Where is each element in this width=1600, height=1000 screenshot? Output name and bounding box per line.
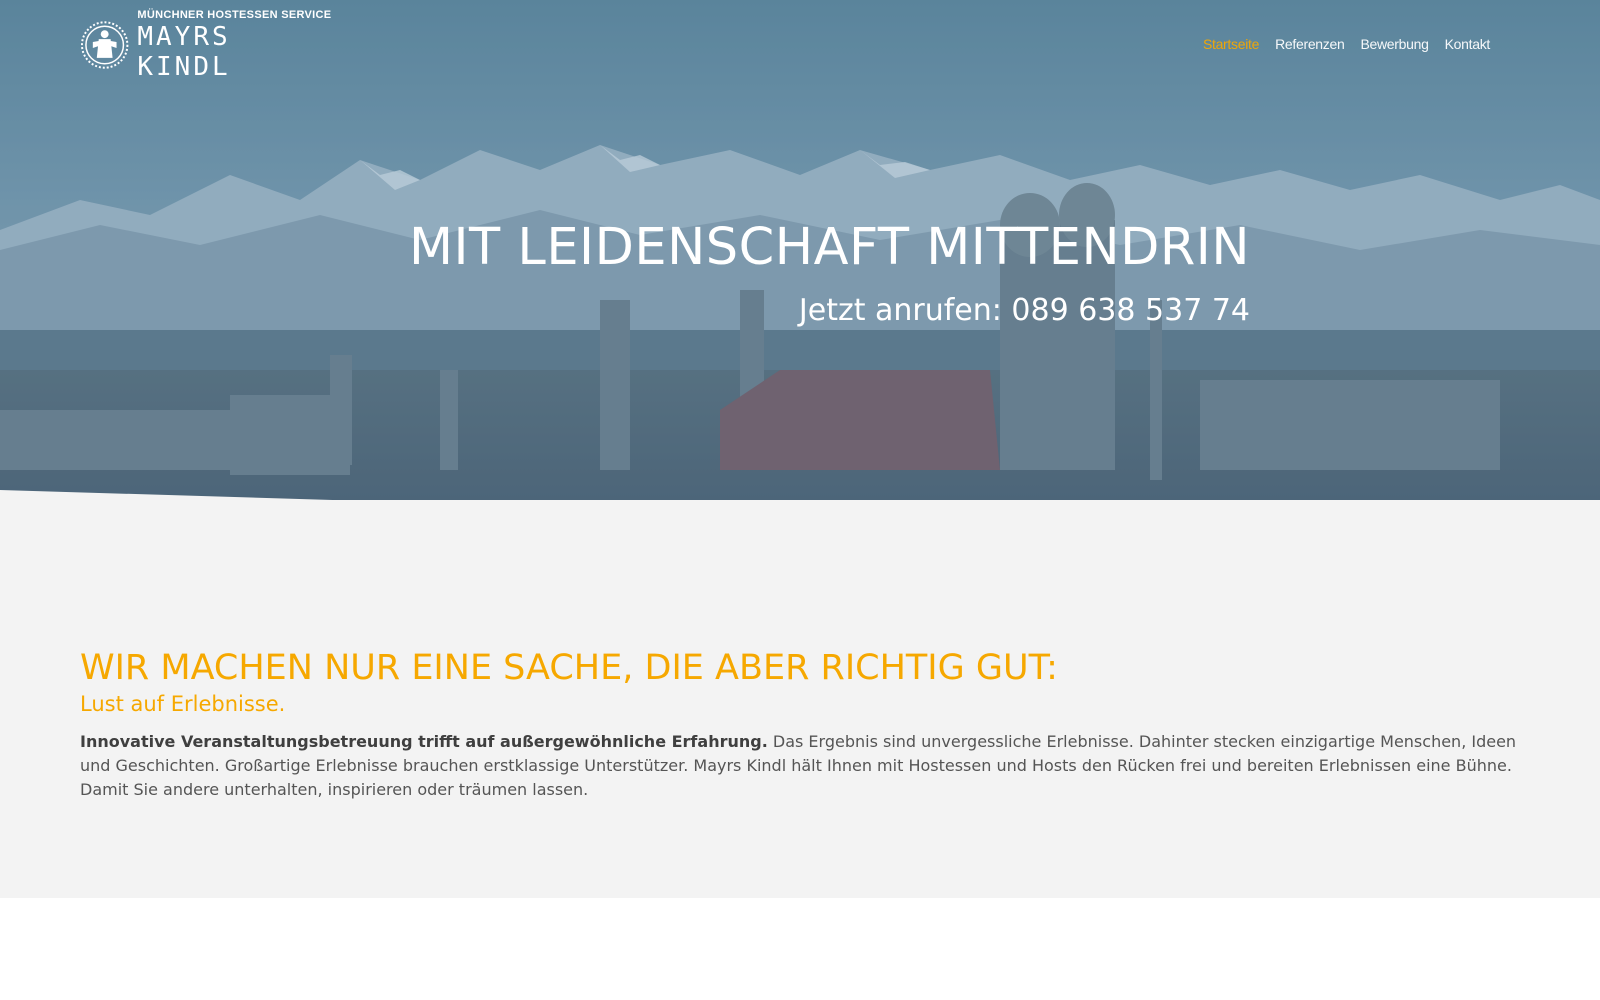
hero-background-image [0,0,1600,560]
hero-title: MIT LEIDENSCHAFT MITTENDRIN [409,218,1250,277]
munich-child-emblem-icon [80,21,129,69]
brand-logo[interactable]: MÜNCHNER HOSTESSEN SERVICE MAYRS KINDL [80,9,340,82]
nav-item-kontakt[interactable]: Kontakt [1445,36,1491,52]
intro-section: WIR MACHEN NUR EINE SACHE, DIE ABER RICH… [0,500,1600,898]
intro-subheading: Lust auf Erlebnisse. [80,692,286,716]
nav-item-startseite[interactable]: Startseite [1203,36,1259,52]
nav-item-bewerbung[interactable]: Bewerbung [1360,36,1428,52]
hero-section: MÜNCHNER HOSTESSEN SERVICE MAYRS KINDL S… [0,0,1600,560]
hero-phone[interactable]: Jetzt anrufen: 089 638 537 74 [799,293,1250,328]
nav-item-referenzen[interactable]: Referenzen [1275,36,1345,52]
brand-name: MAYRS KINDL [137,21,231,82]
main-navigation: Startseite Referenzen Bewerbung Kontakt [1203,36,1490,52]
intro-paragraph: Innovative Veranstaltungsbetreuung triff… [80,730,1520,802]
brand-tagline: MÜNCHNER HOSTESSEN SERVICE [137,8,332,21]
intro-heading: WIR MACHEN NUR EINE SACHE, DIE ABER RICH… [80,648,1058,688]
intro-lead: Innovative Veranstaltungsbetreuung triff… [80,732,768,751]
